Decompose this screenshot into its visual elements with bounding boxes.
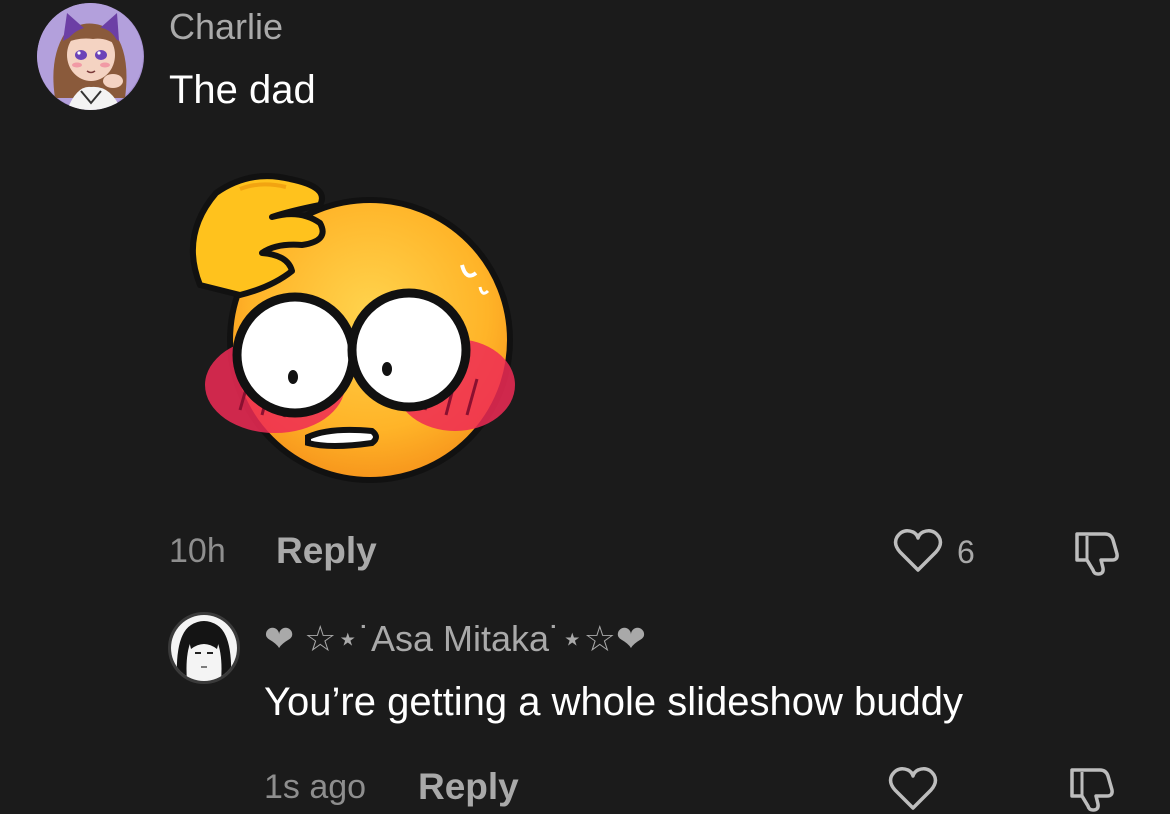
heart-icon[interactable] bbox=[888, 766, 938, 812]
comment-username[interactable]: Charlie bbox=[169, 6, 283, 48]
username-prefix-decoration: ❤ ☆⋆˙ bbox=[264, 618, 371, 659]
username-text: Asa Mitaka bbox=[370, 618, 550, 659]
heart-icon[interactable] bbox=[893, 528, 943, 574]
commenter-avatar[interactable] bbox=[37, 3, 144, 110]
username-suffix-decoration: ˙⋆☆❤ bbox=[549, 618, 647, 659]
reply-username[interactable]: ❤ ☆⋆˙Asa Mitaka˙⋆☆❤ bbox=[264, 618, 646, 660]
thumbs-down-icon[interactable] bbox=[1066, 764, 1118, 812]
thumbs-down-icon[interactable] bbox=[1071, 528, 1123, 576]
comment-timestamp: 10h bbox=[169, 532, 226, 570]
reply-button[interactable]: Reply bbox=[276, 530, 377, 572]
reply-avatar[interactable] bbox=[168, 612, 240, 684]
reply-to-reply-button[interactable]: Reply bbox=[418, 766, 519, 808]
flustered-face-sticker bbox=[180, 165, 520, 485]
like-count: 6 bbox=[957, 534, 975, 570]
reply-text: You’re getting a whole slideshow buddy bbox=[264, 680, 964, 724]
comment-text: The dad bbox=[169, 68, 316, 112]
comment-thread: Charlie The dad 10h Reply 6 ❤ ☆⋆˙Asa Mit… bbox=[0, 0, 1170, 814]
reply-timestamp: 1s ago bbox=[264, 768, 367, 806]
